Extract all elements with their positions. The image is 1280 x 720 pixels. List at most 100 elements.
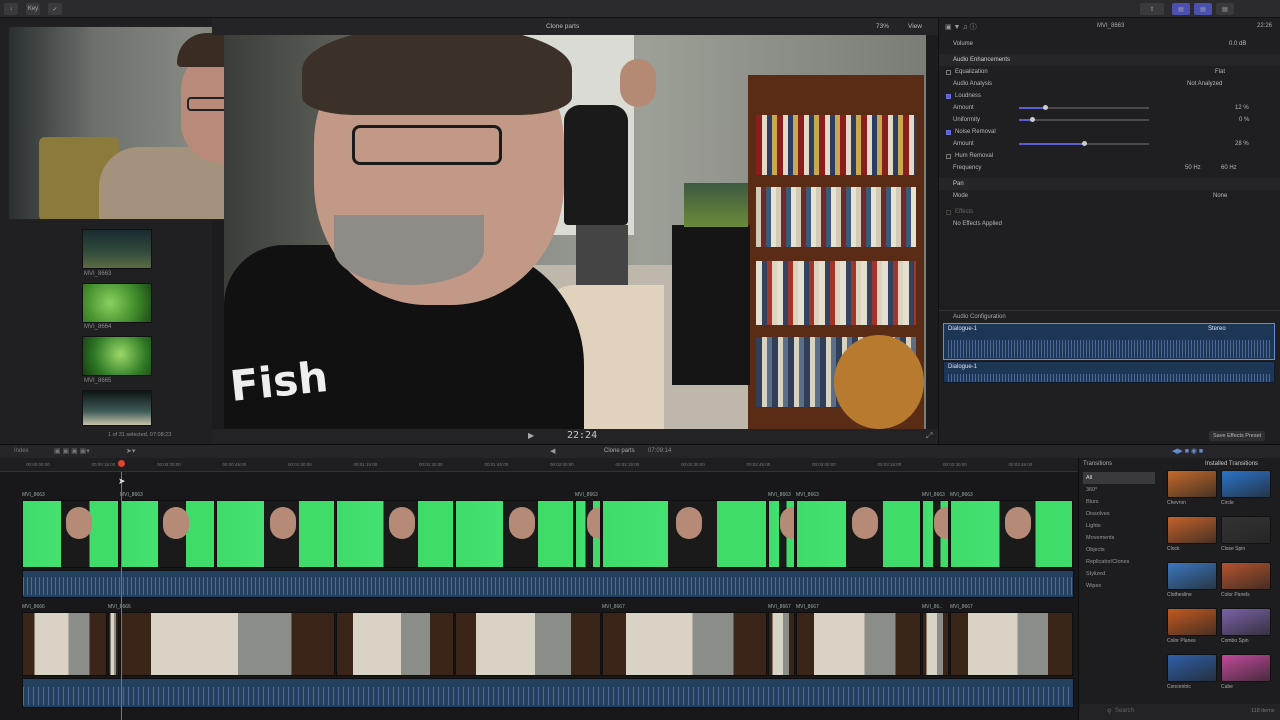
bottom-audio-track[interactable] — [22, 678, 1074, 708]
volume-row[interactable]: Volume 0.0 dB — [939, 38, 1280, 50]
view-menu[interactable]: View — [908, 23, 922, 30]
transition-thumbnail[interactable] — [1167, 470, 1217, 498]
frequency-60hz[interactable]: 60 Hz — [1221, 165, 1237, 171]
share-icon[interactable]: ⇧ — [1140, 3, 1164, 15]
index-button[interactable]: Index — [14, 448, 29, 454]
fullscreen-icon[interactable]: ⤢ — [926, 431, 932, 441]
top-audio-track[interactable] — [22, 570, 1074, 598]
effects-header[interactable]: Effects — [939, 206, 1280, 218]
select-tool-icon[interactable]: ➤▾ — [126, 447, 135, 455]
transition-category[interactable]: All — [1083, 472, 1155, 484]
transition-category[interactable]: Movements — [1083, 532, 1155, 544]
hum-removal-row[interactable]: Hum Removal — [939, 150, 1280, 162]
transition-category[interactable]: Wipes — [1083, 580, 1155, 592]
noise-removal-checkbox[interactable] — [946, 129, 951, 135]
clip-thumbnail[interactable] — [82, 336, 152, 376]
timeline-ruler[interactable]: 00:00:00:00 00:00:15:00 00:00:30:00 00:00:4… — [0, 458, 1078, 472]
green-screen-clip[interactable] — [455, 500, 574, 568]
green-screen-clip[interactable] — [575, 500, 601, 568]
viewer-canvas[interactable]: Fish — [224, 35, 926, 429]
loudness-amount-slider[interactable] — [1019, 105, 1149, 110]
transition-thumbnail[interactable] — [1167, 608, 1217, 636]
checkmark-icon[interactable]: ✓ — [48, 3, 62, 15]
transition-thumbnail[interactable] — [1167, 516, 1217, 544]
transition-category[interactable]: Blurs — [1083, 496, 1155, 508]
loudness-amount-value[interactable]: 12 % — [1235, 105, 1249, 111]
loudness-row[interactable]: Loudness — [939, 90, 1280, 102]
import-icon[interactable]: ↓ — [4, 3, 18, 15]
transitions-search-input[interactable]: Search — [1115, 708, 1134, 714]
bedroom-clip[interactable] — [768, 612, 795, 676]
transition-category[interactable]: Stylized — [1083, 568, 1155, 580]
pan-header[interactable]: Pan — [939, 178, 1280, 190]
transition-category[interactable]: 360° — [1083, 484, 1155, 496]
green-screen-clip[interactable] — [796, 500, 921, 568]
clip-thumbnail[interactable] — [82, 283, 152, 323]
pan-mode-row: Mode None — [953, 193, 1228, 199]
timeline[interactable]: MVI_8663 MVI_8663 MVI_8663 MVI_8663 MVI_8663… — [0, 472, 1078, 720]
audio-enhancements-header[interactable]: Audio Enhancements — [939, 54, 1280, 66]
pan-mode-popup[interactable]: None — [1213, 193, 1227, 199]
frequency-50hz[interactable]: 50 Hz — [1185, 165, 1201, 171]
audio-track[interactable]: Dialogue-1 — [943, 361, 1275, 383]
audio-track-selected[interactable]: Dialogue-1 Stereo — [943, 323, 1275, 360]
green-screen-clip[interactable] — [216, 500, 335, 568]
noise-amount-slider[interactable] — [1019, 141, 1149, 146]
bedroom-clip[interactable] — [108, 612, 119, 676]
transition-thumbnail[interactable] — [1221, 516, 1271, 544]
transition-category[interactable]: Replicator/Clones — [1083, 556, 1155, 568]
clip-tools-icon[interactable]: ▣ ▣ ▣ ▣▾ — [54, 447, 90, 455]
loudness-checkbox[interactable] — [946, 93, 951, 99]
hum-removal-checkbox[interactable] — [946, 153, 951, 159]
equalization-popup[interactable]: Flat — [1215, 69, 1225, 75]
transition-category[interactable]: Objects — [1083, 544, 1155, 556]
timeline-view-icons[interactable]: ◀▶ ■ ◉ ■ — [1172, 447, 1203, 455]
save-effects-preset-button[interactable]: Save Effects Preset — [1209, 431, 1266, 441]
green-screen-clip[interactable] — [120, 500, 215, 568]
transition-thumbnail[interactable] — [1221, 562, 1271, 590]
zoom-popup[interactable]: 73% — [876, 23, 889, 30]
layout-timeline-icon[interactable]: ▤ — [1194, 3, 1212, 15]
keyword-button[interactable]: Key — [26, 3, 40, 15]
track-format-popup[interactable]: Stereo — [1208, 326, 1226, 332]
inspector-tabs-icon[interactable]: ▣ ▼ ♫ ⓘ — [945, 22, 977, 32]
bedroom-clip[interactable] — [922, 612, 949, 676]
transition-thumbnail[interactable] — [1221, 470, 1271, 498]
transition-thumbnail[interactable] — [1167, 562, 1217, 590]
layout-browser-icon[interactable]: ▤ — [1172, 3, 1190, 15]
green-screen-clip[interactable] — [950, 500, 1073, 568]
uniformity-slider[interactable] — [1019, 117, 1149, 122]
bedroom-clip[interactable] — [22, 612, 107, 676]
bedroom-clip[interactable] — [796, 612, 921, 676]
transition-thumbnail[interactable] — [1167, 654, 1217, 682]
green-screen-clip[interactable] — [22, 500, 119, 568]
search-icon[interactable]: ⚲ — [1107, 708, 1111, 715]
transition-thumbnail[interactable] — [1221, 608, 1271, 636]
bedroom-clip[interactable] — [120, 612, 335, 676]
green-screen-clip[interactable] — [602, 500, 767, 568]
noise-removal-row[interactable]: Noise Removal — [939, 126, 1280, 138]
back-arrow-icon[interactable]: ◀ — [550, 447, 555, 455]
layout-inspector-icon[interactable]: ▤ — [1216, 3, 1234, 15]
bedroom-clip[interactable] — [602, 612, 767, 676]
bedroom-clip[interactable] — [455, 612, 601, 676]
transition-category[interactable]: Dissolves — [1083, 508, 1155, 520]
bedroom-clip[interactable] — [950, 612, 1073, 676]
audio-config-label: Audio Configuration — [953, 314, 1006, 320]
bedroom-clip[interactable] — [336, 612, 454, 676]
transition-category[interactable]: Lights — [1083, 520, 1155, 532]
uniformity-value[interactable]: 0 % — [1239, 117, 1249, 123]
green-screen-clip[interactable] — [336, 500, 454, 568]
green-screen-clip[interactable] — [922, 500, 949, 568]
volume-value[interactable]: 0.0 dB — [1229, 41, 1246, 47]
noise-amount-value[interactable]: 28 % — [1235, 141, 1249, 147]
transition-thumbnail[interactable] — [1221, 654, 1271, 682]
equalization-row[interactable]: Equalization Flat — [939, 66, 1280, 78]
clip-thumbnail[interactable] — [82, 390, 152, 426]
green-screen-clip[interactable] — [768, 500, 795, 568]
playhead-marker[interactable] — [118, 460, 125, 467]
installed-transitions-popup[interactable]: Installed Transitions — [1205, 461, 1258, 467]
equalization-checkbox[interactable] — [946, 69, 951, 75]
clip-thumbnail[interactable] — [82, 229, 152, 269]
play-icon[interactable]: ▶ — [528, 431, 534, 440]
